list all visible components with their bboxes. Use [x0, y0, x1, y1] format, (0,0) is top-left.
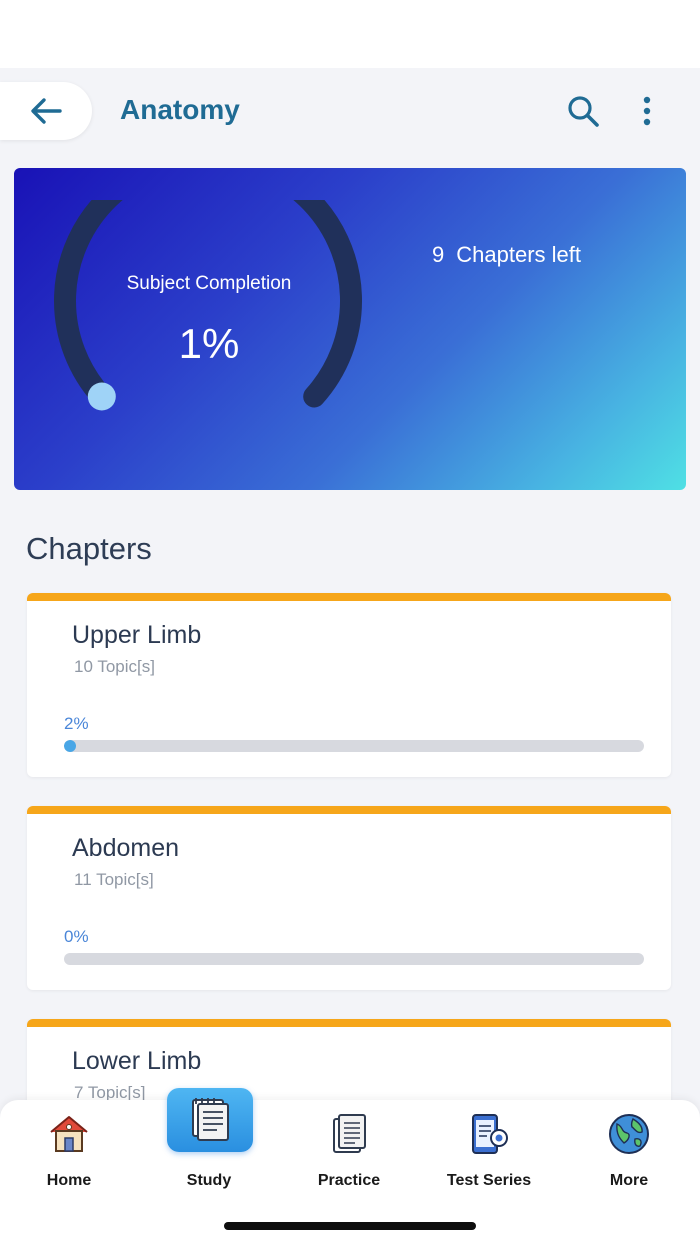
- chapter-progress-percent: 0%: [64, 927, 89, 946]
- chapter-topics: 10 Topic[s]: [74, 657, 155, 676]
- app-header: Anatomy: [0, 68, 700, 154]
- completion-value: 1%: [178, 320, 240, 367]
- nav-label: Study: [186, 1172, 232, 1189]
- chapter-progress-percent: 2%: [64, 714, 89, 733]
- globe-icon: [609, 1114, 649, 1154]
- chapter-title: Lower Limb: [72, 1047, 202, 1075]
- back-button[interactable]: [0, 82, 92, 140]
- nav-more[interactable]: More: [569, 1112, 689, 1192]
- chapters-left-count: 9: [432, 242, 445, 267]
- chapter-card[interactable]: Upper Limb 10 Topic[s] 2%: [27, 593, 671, 777]
- nav-test-series[interactable]: Test Series: [429, 1112, 549, 1192]
- search-icon: [568, 96, 599, 127]
- nav-label: Home: [46, 1172, 92, 1189]
- chapter-title: Upper Limb: [72, 621, 202, 649]
- chapters-left-label: Chapters left: [456, 242, 581, 267]
- nav-label: More: [609, 1172, 649, 1189]
- phone-test-icon: [472, 1114, 508, 1154]
- chapters-heading: Chapters: [26, 531, 152, 566]
- nav-home[interactable]: Home: [9, 1112, 129, 1192]
- nav-practice[interactable]: Practice: [289, 1112, 409, 1192]
- home-indicator: [224, 1222, 476, 1230]
- status-bar-area: [0, 0, 700, 68]
- nav-study[interactable]: Study: [149, 1112, 269, 1192]
- page-title: Anatomy: [120, 94, 240, 125]
- more-vertical-icon: [643, 96, 651, 126]
- nav-label: Practice: [317, 1172, 381, 1189]
- gauge-label: Subject Completion: [126, 273, 292, 294]
- arrow-left-icon: [31, 98, 62, 124]
- search-button[interactable]: [564, 92, 602, 130]
- chapter-progress-bar: [64, 740, 644, 752]
- chapter-progress-fill: [64, 740, 76, 752]
- subject-progress-banner: Subject Completion 1% 9 Chapters left: [14, 168, 686, 490]
- home-icon: [50, 1116, 88, 1152]
- chapter-progress-bar: [64, 953, 644, 965]
- chapter-topics: 11 Topic[s]: [74, 870, 154, 889]
- chapters-left: 9 Chapters left: [432, 242, 581, 268]
- chapter-title: Abdomen: [72, 834, 180, 862]
- more-menu-button[interactable]: [630, 92, 664, 130]
- chapter-card[interactable]: Abdomen 11 Topic[s] 0%: [27, 806, 671, 990]
- gauge-knob: [87, 382, 116, 411]
- document-icon: [333, 1114, 366, 1153]
- nav-label: Test Series: [446, 1172, 532, 1189]
